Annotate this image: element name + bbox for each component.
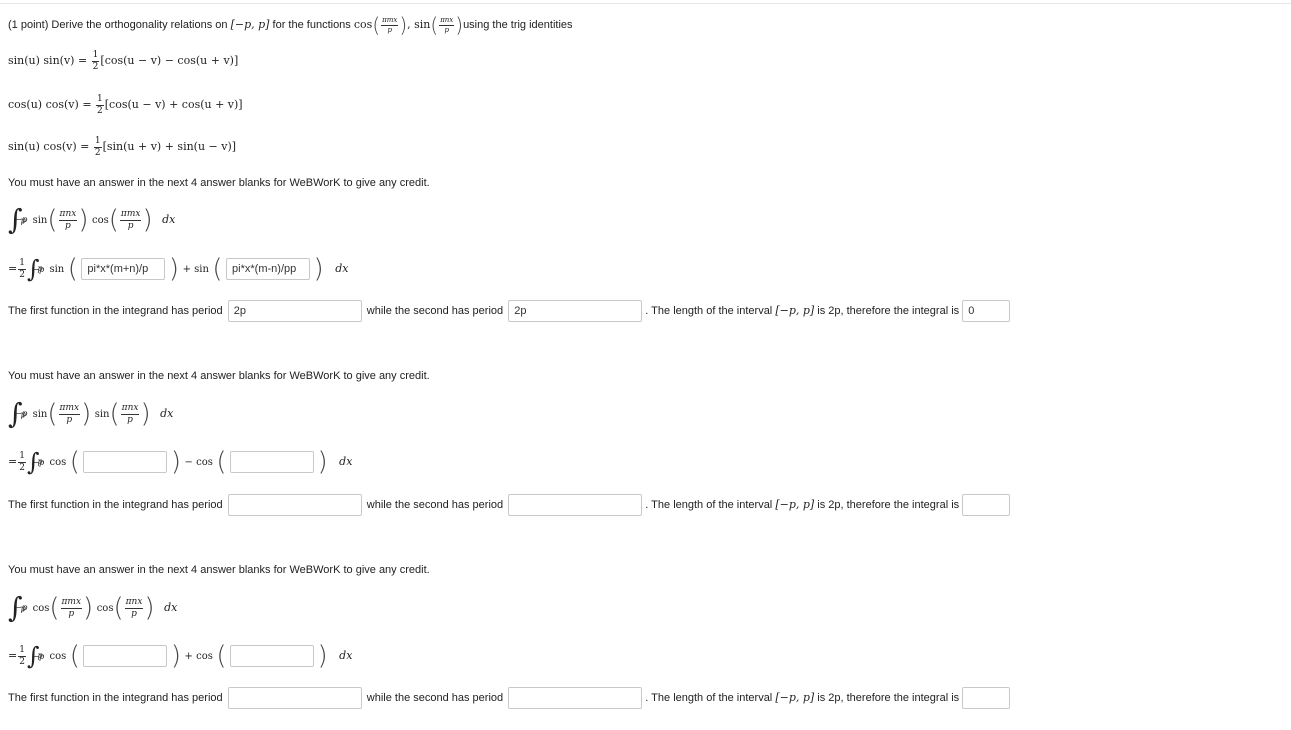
half-fraction: 12: [18, 450, 26, 473]
dx-label: dx: [160, 407, 174, 420]
fraction-arg: πnx p: [124, 596, 144, 619]
argument-input-2[interactable]: [230, 645, 315, 667]
open-paren: (: [430, 13, 439, 37]
second-period-label: while the second has period: [366, 305, 504, 317]
interval-length-label: . The length of the interval: [645, 305, 773, 317]
function-name: sin: [49, 264, 65, 275]
function-name: cos: [49, 457, 67, 468]
sin-label: sin: [414, 17, 431, 31]
fraction-arg: πmx p: [58, 402, 81, 425]
identity-lhs: sin(u) cos(v) =: [8, 140, 90, 153]
identity-sin-cos: sin(u) cos(v) = 1 2 [sin(u + v) + sin(u − …: [8, 134, 236, 160]
integral-value-label: is 2p, therefore the integral is: [817, 499, 960, 511]
half-fraction: 12: [18, 644, 26, 667]
integral-expression: ∫ p −p sin(πnx p) cos(πmx p) dx: [8, 203, 176, 236]
fraction-arg: πmx p: [119, 208, 142, 231]
problem-prefix: (1 point) Derive the orthogonality relat…: [8, 18, 228, 31]
function-name: sin: [94, 409, 110, 420]
expanded-integral: = 1 2 ∫ p −p cos ( ) + cos ( ) dx: [8, 641, 353, 671]
argument-input-2[interactable]: [230, 451, 315, 473]
identity-cos-cos: cos(u) cos(v) = 1 2 [cos(u − v) + cos(u + …: [8, 92, 243, 118]
dx-label: dx: [164, 601, 178, 614]
second-period-label: while the second has period: [366, 692, 504, 704]
second-period-input[interactable]: [508, 494, 643, 517]
function-name: sin: [32, 215, 48, 226]
fraction-pinx: πnx p: [439, 15, 455, 34]
half-fraction: 12: [91, 49, 100, 72]
cos-label: cos: [353, 17, 373, 31]
dx-label: dx: [335, 262, 349, 275]
interval-length-label: . The length of the interval: [645, 692, 773, 704]
operator-function: + sin: [182, 264, 209, 275]
problem-statement: (1 point) Derive the orthogonality relat…: [8, 13, 573, 37]
interval-label: [−p, p]: [230, 17, 270, 31]
second-period-input[interactable]: [508, 687, 643, 710]
function-name: cos: [91, 215, 109, 226]
fraction-arg: πnx p: [120, 402, 140, 425]
for-functions-label: for the functions: [272, 18, 351, 31]
equals-sign: =: [8, 262, 18, 275]
second-period-input[interactable]: [508, 300, 643, 323]
function-name: cos: [32, 603, 50, 614]
integral-value-label: is 2p, therefore the integral is: [817, 692, 960, 704]
integral-value-input[interactable]: [962, 494, 1011, 517]
function-name: sin: [32, 409, 48, 420]
integral-expression: ∫ p −p sin(πmx p) sin(πnx p) dx: [8, 397, 174, 430]
function-name: cos: [96, 603, 114, 614]
close-paren: ): [455, 13, 464, 37]
first-period-label: The first function in the integrand has …: [8, 305, 223, 317]
identity-rhs: [sin(u + v) + sin(u − v)]: [102, 140, 237, 153]
fraction-arg: πmx p: [60, 596, 83, 619]
operator-function: + cos: [184, 651, 213, 662]
argument-input-2[interactable]: [226, 258, 311, 280]
top-divider: [0, 3, 1291, 4]
period-row: The first function in the integrand has …: [8, 494, 1011, 517]
problem-suffix: using the trig identities: [463, 18, 573, 31]
half-fraction: 12: [93, 135, 102, 158]
operator-function: − cos: [184, 457, 213, 468]
interval-label: [−p, p]: [775, 304, 815, 317]
interval-length-label: . The length of the interval: [645, 499, 773, 511]
first-period-label: The first function in the integrand has …: [8, 692, 223, 704]
fraction-pimx: πmx p: [381, 15, 399, 34]
expanded-integral: =12∫p−psin ( ) + sin ( ) dx: [8, 250, 348, 288]
second-period-label: while the second has period: [366, 499, 504, 511]
equals-sign: =: [8, 649, 18, 662]
argument-input-1[interactable]: [83, 645, 168, 667]
identity-lhs: sin(u) sin(v) =: [8, 54, 88, 67]
integral-value-input[interactable]: [962, 687, 1011, 710]
first-period-input[interactable]: [227, 494, 362, 517]
dx-label: dx: [339, 649, 353, 662]
first-period-input[interactable]: [227, 687, 362, 710]
first-period-input[interactable]: [227, 300, 362, 323]
interval-label: [−p, p]: [775, 691, 815, 704]
integral-value-label: is 2p, therefore the integral is: [817, 305, 960, 317]
period-row: The first function in the integrand has …: [8, 687, 1011, 710]
interval-label: [−p, p]: [775, 498, 815, 511]
half-fraction: 12: [18, 257, 26, 280]
credit-notice: You must have an answer in the next 4 an…: [8, 177, 430, 189]
half-fraction: 12: [96, 93, 104, 116]
dx-label: dx: [162, 213, 176, 226]
identity-lhs: cos(u) cos(v) =: [8, 98, 92, 111]
first-period-label: The first function in the integrand has …: [8, 499, 223, 511]
period-row: The first function in the integrand has …: [8, 300, 1011, 323]
credit-notice: You must have an answer in the next 4 an…: [8, 564, 430, 576]
fraction-arg: πnx p: [58, 208, 78, 231]
credit-notice: You must have an answer in the next 4 an…: [8, 370, 430, 382]
dx-label: dx: [339, 455, 353, 468]
integral-value-input[interactable]: [962, 300, 1011, 323]
integral-expression: ∫ p −p cos(πmx p) cos(πnx p) dx: [8, 591, 178, 624]
expanded-integral: = 1 2 ∫ p −p cos ( ) − cos ( ) dx: [8, 447, 353, 477]
argument-input-1[interactable]: [83, 451, 168, 473]
open-paren: (: [372, 13, 381, 37]
function-name: cos: [49, 651, 67, 662]
identity-rhs: [cos(u − v) + cos(u + v)]: [104, 98, 243, 111]
identity-sin-sin: sin(u) sin(v) = 1 2 [cos(u − v) − cos(u + …: [8, 48, 238, 74]
close-paren: ): [399, 13, 408, 37]
argument-input-1[interactable]: [81, 258, 166, 280]
equals-sign: =: [8, 455, 18, 468]
identity-rhs: [cos(u − v) − cos(u + v)]: [100, 54, 239, 67]
